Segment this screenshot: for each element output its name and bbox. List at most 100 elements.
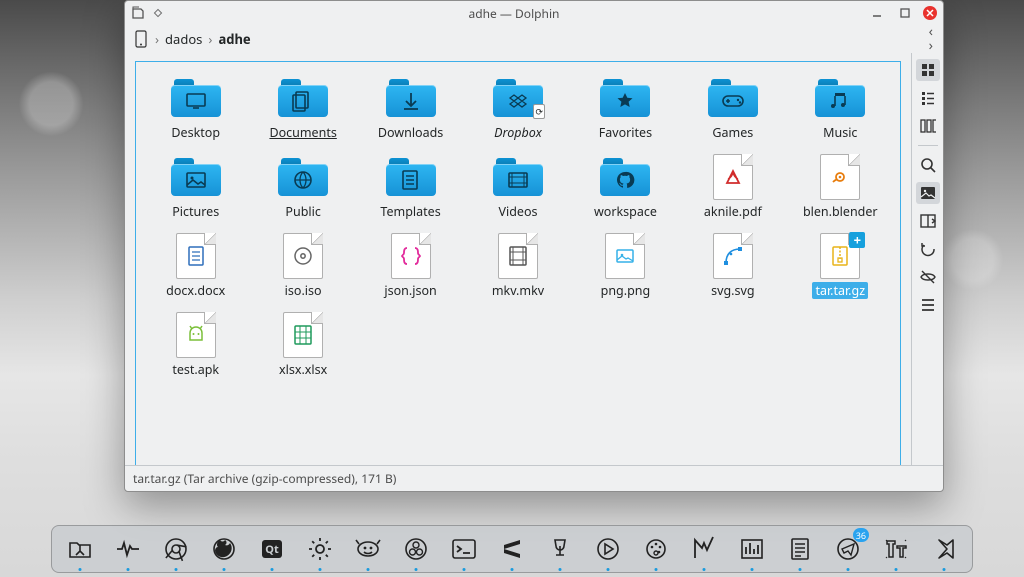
view-list-button[interactable] bbox=[916, 87, 940, 109]
notes-icon bbox=[786, 536, 814, 562]
toolbar-separator bbox=[918, 145, 938, 146]
dock-typography[interactable] bbox=[878, 531, 914, 567]
app-icon bbox=[131, 5, 147, 21]
running-indicator bbox=[223, 568, 226, 571]
menu-icon bbox=[920, 297, 936, 313]
dock-vscode[interactable] bbox=[926, 531, 962, 567]
visibility-button[interactable] bbox=[916, 266, 940, 288]
icon-view[interactable]: Desktop Documents Downloads ⟳ Dropbox Fa… bbox=[125, 53, 911, 465]
dock-audio-mixer[interactable] bbox=[734, 531, 770, 567]
file-png-png[interactable]: png.png bbox=[572, 230, 679, 305]
running-indicator bbox=[607, 568, 610, 571]
breadcrumb[interactable]: › dados › adhe bbox=[133, 30, 251, 48]
firefox-icon bbox=[210, 536, 238, 562]
file-json-json[interactable]: json.json bbox=[357, 230, 464, 305]
preview-button[interactable] bbox=[916, 182, 940, 204]
item-label: svg.svg bbox=[711, 282, 754, 299]
item-label: Templates bbox=[380, 203, 440, 220]
dock[interactable]: 36 bbox=[51, 525, 973, 573]
file-mkv-mkv[interactable]: mkv.mkv bbox=[464, 230, 571, 305]
item-label: Pictures bbox=[172, 203, 219, 220]
dock-krita[interactable] bbox=[638, 531, 674, 567]
dock-media-player[interactable] bbox=[590, 531, 626, 567]
file-aknile-pdf[interactable]: aknile.pdf bbox=[679, 151, 786, 226]
item-label: Music bbox=[823, 124, 857, 141]
crumb-part[interactable]: dados bbox=[165, 30, 202, 48]
maximize-button[interactable] bbox=[895, 4, 915, 22]
folder-videos[interactable]: Videos bbox=[464, 151, 571, 226]
dock-file-manager[interactable] bbox=[62, 531, 98, 567]
right-toolbar bbox=[911, 53, 943, 465]
file-icon bbox=[605, 233, 645, 279]
preview-icon bbox=[920, 185, 936, 201]
file-blen-blender[interactable]: blen.blender bbox=[787, 151, 894, 226]
dock-kate[interactable] bbox=[686, 531, 722, 567]
minimize-button[interactable] bbox=[867, 4, 887, 22]
running-indicator bbox=[367, 568, 370, 571]
folder-workspace[interactable]: workspace bbox=[572, 151, 679, 226]
item-label: docx.docx bbox=[166, 282, 225, 299]
folder-templates[interactable]: Templates bbox=[357, 151, 464, 226]
close-button[interactable] bbox=[923, 6, 937, 20]
dock-settings[interactable] bbox=[302, 531, 338, 567]
running-indicator bbox=[703, 568, 706, 571]
device-phone-icon[interactable] bbox=[133, 30, 149, 48]
history-button[interactable] bbox=[916, 238, 940, 260]
search-button[interactable] bbox=[916, 154, 940, 176]
file-test-apk[interactable]: test.apk bbox=[142, 309, 249, 384]
running-indicator bbox=[79, 568, 82, 571]
file-docx-docx[interactable]: docx.docx bbox=[142, 230, 249, 305]
crumb-current[interactable]: adhe bbox=[218, 30, 250, 48]
dock-gimp[interactable] bbox=[350, 531, 386, 567]
view-columns-button[interactable] bbox=[916, 115, 940, 137]
running-indicator bbox=[415, 568, 418, 571]
dock-terminal[interactable] bbox=[446, 531, 482, 567]
split-view-button[interactable] bbox=[916, 210, 940, 232]
folder-music[interactable]: Music bbox=[787, 72, 894, 147]
dock-sublime[interactable] bbox=[494, 531, 530, 567]
file-svg-svg[interactable]: svg.svg bbox=[679, 230, 786, 305]
running-indicator bbox=[847, 568, 850, 571]
folder-games[interactable]: Games bbox=[679, 72, 786, 147]
visibility-icon bbox=[920, 269, 936, 285]
file-icon bbox=[498, 233, 538, 279]
dock-wine[interactable] bbox=[542, 531, 578, 567]
dock-chrome[interactable] bbox=[158, 531, 194, 567]
terminal-icon bbox=[450, 536, 478, 562]
item-label: Games bbox=[712, 124, 753, 141]
file-tar-tar-gz[interactable]: +tar.tar.gz bbox=[787, 230, 894, 305]
item-label: Downloads bbox=[378, 124, 443, 141]
media-player-icon bbox=[594, 536, 622, 562]
pin-icon[interactable] bbox=[154, 9, 162, 17]
nav-forward-button[interactable]: › bbox=[927, 39, 935, 53]
file-xlsx-xlsx[interactable]: xlsx.xlsx bbox=[249, 309, 356, 384]
titlebar[interactable]: adhe — Dolphin bbox=[125, 1, 943, 25]
view-icons-large-button[interactable] bbox=[916, 59, 940, 81]
file-icon bbox=[176, 312, 216, 358]
file-icon bbox=[283, 312, 323, 358]
dock-notes[interactable] bbox=[782, 531, 818, 567]
folder-desktop[interactable]: Desktop bbox=[142, 72, 249, 147]
krita-icon bbox=[642, 536, 670, 562]
item-label: Desktop bbox=[171, 124, 220, 141]
dolphin-window: adhe — Dolphin › dados › adhe ‹ › Deskto… bbox=[124, 0, 944, 492]
folder-favorites[interactable]: Favorites bbox=[572, 72, 679, 147]
dock-system-monitor[interactable] bbox=[110, 531, 146, 567]
folder-pictures[interactable]: Pictures bbox=[142, 151, 249, 226]
item-label: json.json bbox=[384, 282, 436, 299]
dock-firefox[interactable] bbox=[206, 531, 242, 567]
dock-telegram[interactable]: 36 bbox=[830, 531, 866, 567]
folder-dropbox[interactable]: ⟳ Dropbox bbox=[464, 72, 571, 147]
dock-obs[interactable] bbox=[398, 531, 434, 567]
folder-icon bbox=[493, 158, 543, 196]
crumb-separator: › bbox=[155, 30, 159, 48]
file-iso-iso[interactable]: iso.iso bbox=[249, 230, 356, 305]
folder-public[interactable]: Public bbox=[249, 151, 356, 226]
folder-documents[interactable]: Documents bbox=[249, 72, 356, 147]
menu-button[interactable] bbox=[916, 294, 940, 316]
vscode-icon bbox=[930, 536, 958, 562]
folder-downloads[interactable]: Downloads bbox=[357, 72, 464, 147]
dock-qt-creator[interactable] bbox=[254, 531, 290, 567]
search-icon bbox=[920, 157, 936, 173]
rubberband-selection: Desktop Documents Downloads ⟳ Dropbox Fa… bbox=[135, 61, 901, 465]
